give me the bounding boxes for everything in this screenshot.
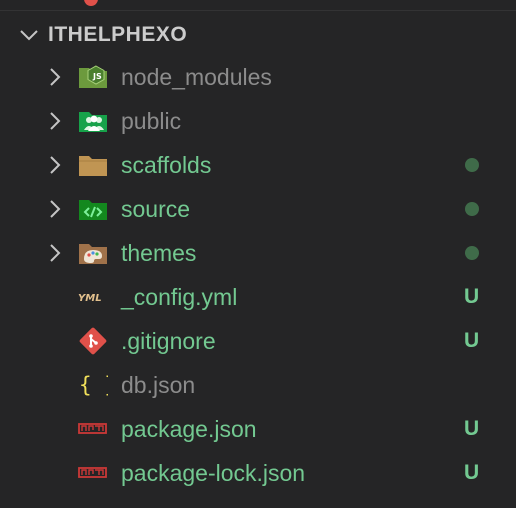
svg-text:{ }: { } [79, 373, 108, 397]
tree-item-package-json[interactable]: package.json U [0, 407, 516, 451]
tree-item-label: package-lock.json [121, 460, 306, 486]
modified-dot [465, 246, 479, 260]
tree-item-gitignore[interactable]: .gitignore U [0, 319, 516, 363]
tree-item-package-lock-json[interactable]: package-lock.json U [0, 451, 516, 495]
section-title: ITHELPHEXO [48, 23, 188, 46]
chevron-right-icon[interactable] [46, 154, 64, 176]
explorer-section-header[interactable]: ITHELPHEXO [0, 12, 516, 56]
chevron-right-icon[interactable] [46, 110, 64, 132]
tree-item-scaffolds[interactable]: scaffolds [0, 143, 516, 187]
tree-item-themes[interactable]: themes [0, 231, 516, 275]
npm-icon [78, 423, 107, 434]
untracked-badge: U [464, 285, 480, 308]
tree-item-label: scaffolds [121, 152, 212, 178]
chevron-right-icon[interactable] [46, 198, 64, 220]
tree-item-label: .gitignore [121, 328, 216, 354]
tree-item-public[interactable]: public [0, 99, 516, 143]
tree-item-label: public [121, 108, 182, 134]
tree-item-config-yml[interactable]: YML _config.yml U [0, 275, 516, 319]
file-explorer: ITHELPHEXO JS node_modules public scaffo… [0, 0, 516, 508]
tree-item-label: node_modules [121, 64, 272, 90]
modified-dot [465, 158, 479, 172]
git-icon [79, 327, 107, 355]
nodejs-folder-icon: JS [79, 65, 107, 88]
tree-item-label: package.json [121, 416, 257, 442]
chevron-down-icon[interactable] [18, 24, 40, 46]
tree-item-label: _config.yml [121, 284, 238, 310]
npm-icon [78, 467, 107, 478]
tree-item-source[interactable]: source [0, 187, 516, 231]
folder-icon [79, 156, 107, 176]
tree-item-db-json[interactable]: { } db.json [0, 363, 516, 407]
svg-text:JS: JS [92, 72, 102, 81]
chevron-right-icon[interactable] [46, 66, 64, 88]
partial-icon [84, 0, 98, 6]
svg-text:YML: YML [78, 293, 102, 304]
modified-dot [465, 202, 479, 216]
previous-row-edge [0, 0, 516, 11]
untracked-badge: U [464, 417, 480, 440]
tree-item-node-modules[interactable]: JS node_modules [0, 55, 516, 99]
public-folder-icon [79, 112, 107, 132]
json-braces-icon: { } [79, 373, 108, 397]
untracked-badge: U [464, 461, 480, 484]
yaml-icon: YML [78, 293, 102, 304]
untracked-badge: U [464, 329, 480, 352]
tree-item-label: db.json [121, 372, 196, 398]
chevron-right-icon[interactable] [46, 242, 64, 264]
tree-item-label: source [121, 196, 191, 222]
themes-folder-icon [79, 244, 107, 264]
source-folder-icon [79, 200, 107, 220]
tree-item-label: themes [121, 240, 197, 266]
